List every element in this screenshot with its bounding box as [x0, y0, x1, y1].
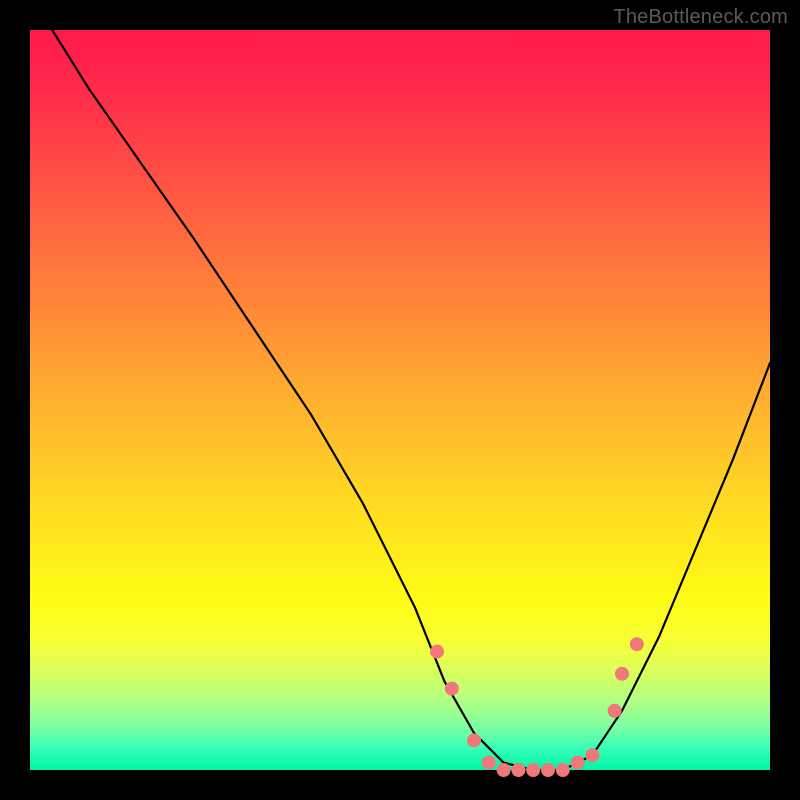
curve-marker: [445, 682, 459, 696]
curve-marker: [430, 645, 444, 659]
marker-layer: [430, 637, 644, 777]
curve-marker: [608, 704, 622, 718]
curve-marker: [526, 763, 540, 777]
chart-svg: [30, 30, 770, 770]
curve-marker: [497, 763, 511, 777]
bottleneck-curve: [52, 30, 770, 770]
chart-stage: TheBottleneck.com: [0, 0, 800, 800]
curve-marker: [482, 756, 496, 770]
curve-marker: [585, 748, 599, 762]
curve-marker: [467, 733, 481, 747]
curve-marker: [556, 763, 570, 777]
curve-marker: [630, 637, 644, 651]
curve-marker: [541, 763, 555, 777]
curve-marker: [571, 756, 585, 770]
curve-marker: [615, 667, 629, 681]
watermark-text: TheBottleneck.com: [613, 6, 788, 29]
plot-area: [30, 30, 770, 770]
curve-marker: [511, 763, 525, 777]
